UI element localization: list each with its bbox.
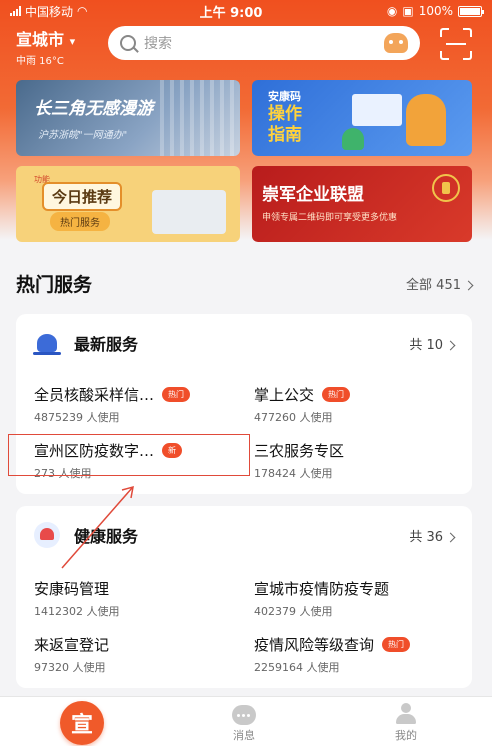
service-name: 三农服务专区: [254, 442, 345, 460]
banner-military-alliance[interactable]: 崇军企业联盟 申领专属二维码即可享受更多优惠: [252, 166, 472, 242]
banner-today-recommend[interactable]: 功能 今日推荐 热门服务: [16, 166, 240, 242]
all-services-link[interactable]: 全部 451: [406, 274, 474, 293]
location-icon: ◉: [386, 4, 398, 18]
search-input[interactable]: 搜索: [108, 26, 420, 60]
battery-percent: 100%: [418, 4, 453, 18]
bell-icon: [33, 330, 61, 356]
hot-services-header: 热门服务 全部 451: [16, 268, 474, 298]
user-icon: [395, 703, 417, 725]
city-selector[interactable]: 宣城市 ▾ 中雨 16°C: [16, 26, 75, 67]
battery-icon: [458, 5, 484, 17]
banner-title: 长三角无感漫游: [34, 99, 153, 119]
tab-bar: 宣 消息 我的: [0, 696, 492, 746]
top-bar: 宣城市 ▾ 中雨 16°C 搜索: [0, 22, 492, 67]
chevron-down-icon: ▾: [69, 35, 76, 48]
service-item[interactable]: 来返宣登记 97320 人使用: [34, 634, 109, 675]
banner-yangtze-roaming[interactable]: 长三角无感漫游 沪苏浙皖"一网通办": [16, 80, 240, 156]
tab-mine[interactable]: 我的: [380, 697, 432, 746]
weather-info: 中雨 16°C: [16, 56, 64, 67]
card-count-link[interactable]: 共 36: [409, 526, 456, 545]
emblem-icon: [432, 174, 460, 202]
search-placeholder: 搜索: [144, 36, 172, 52]
message-icon: [232, 705, 256, 725]
tab-home[interactable]: 宣: [56, 697, 108, 746]
service-users: 2259164 人使用: [254, 661, 340, 674]
service-users: 97320 人使用: [34, 661, 106, 674]
service-name: 掌上公交: [254, 386, 315, 404]
tab-label: 我的: [395, 729, 417, 742]
search-icon: [120, 35, 136, 51]
banner-title: 崇军企业联盟: [262, 185, 364, 205]
banner-title-big: 操作指南: [268, 104, 302, 145]
service-item[interactable]: 安康码管理 1412302 人使用: [34, 578, 120, 619]
banner-subtitle: 热门服务: [50, 212, 110, 231]
service-name: 来返宣登记: [34, 636, 110, 654]
card-title: 健康服务: [74, 527, 139, 546]
hot-badge: 热门: [382, 637, 411, 652]
annotation-highlight-box: [8, 434, 250, 476]
scan-icon[interactable]: [440, 28, 472, 60]
card-count: 共 10: [409, 337, 443, 353]
plant-illustration: [342, 128, 364, 150]
signal-icon: [10, 6, 21, 16]
chevron-right-icon: [463, 280, 474, 290]
card-title: 最新服务: [74, 335, 139, 354]
service-item[interactable]: 疫情风险等级查询 热门 2259164 人使用: [254, 634, 411, 675]
status-bar: 中国移动 ◠ 上午 9:00 ◉ ▣ 100%: [0, 0, 492, 22]
chevron-right-icon: [445, 340, 456, 350]
health-services-card: 健康服务 共 36 安康码管理 1412302 人使用 宣城市疫情防疫专题 40…: [16, 506, 472, 688]
chart-board-illustration: [352, 94, 402, 126]
office-illustration: [152, 190, 226, 234]
service-users: 178424 人使用: [254, 467, 333, 480]
section-title: 热门服务: [16, 273, 93, 296]
service-users: 4875239 人使用: [34, 411, 120, 424]
heart-icon: [34, 522, 60, 548]
service-users: 402379 人使用: [254, 605, 333, 618]
tab-messages[interactable]: 消息: [218, 697, 270, 746]
service-name: 疫情风险等级查询: [254, 636, 375, 654]
banner-subtitle: 沪苏浙皖"一网通办": [38, 130, 128, 141]
all-services-label: 全部 451: [406, 277, 461, 293]
banner-subtitle: 申领专属二维码即可享受更多优惠: [262, 213, 398, 223]
service-name: 安康码管理: [34, 580, 110, 598]
banner-title: 今日推荐: [42, 182, 123, 211]
service-users: 477260 人使用: [254, 411, 333, 424]
service-name: 宣城市疫情防疫专题: [254, 580, 390, 598]
city-name: 宣城市: [16, 30, 65, 49]
building-illustration: [160, 80, 240, 156]
service-users: 1412302 人使用: [34, 605, 120, 618]
home-logo-icon: 宣: [60, 701, 104, 745]
card-count-link[interactable]: 共 10: [409, 334, 456, 353]
service-item[interactable]: 三农服务专区 178424 人使用: [254, 440, 344, 481]
hot-badge: 热门: [162, 387, 191, 402]
wifi-icon: ◠: [77, 4, 88, 18]
service-item[interactable]: 掌上公交 热门 477260 人使用: [254, 384, 351, 425]
service-name: 全员核酸采样信…: [34, 386, 155, 404]
status-time: 上午 9:00: [199, 5, 263, 21]
banner-title-small: 安康码: [268, 90, 301, 103]
lock-rotation-icon: ▣: [402, 4, 414, 18]
assistant-robot-icon[interactable]: [384, 33, 408, 53]
hot-badge: 热门: [322, 387, 351, 402]
chevron-right-icon: [445, 532, 456, 542]
carrier-name: 中国移动: [25, 4, 74, 19]
person-illustration: [406, 94, 446, 146]
service-item[interactable]: 宣城市疫情防疫专题 402379 人使用: [254, 578, 389, 619]
card-count: 共 36: [409, 529, 443, 545]
tab-label: 消息: [233, 729, 255, 742]
banner-ankang-guide[interactable]: 安康码 操作指南: [252, 80, 472, 156]
service-item[interactable]: 全员核酸采样信… 热门 4875239 人使用: [34, 384, 191, 425]
